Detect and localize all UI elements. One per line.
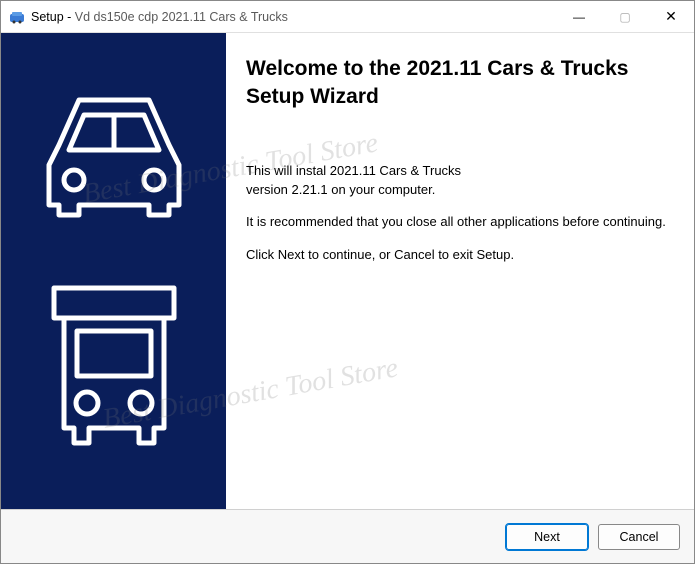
instruction-text: Click Next to continue, or Cancel to exi… [246,246,676,265]
titlebar-title: Setup - Vd ds150e cdp 2021.11 Cars & Tru… [31,10,556,24]
content-area: Best Diagnostic Tool Store Best Diagnost… [1,33,694,509]
side-graphic-panel [1,33,226,509]
footer-bar: Next Cancel [1,509,694,563]
titlebar-prefix: Setup - [31,10,75,24]
main-panel: Welcome to the 2021.11 Cars & Trucks Set… [226,33,694,509]
body-line2: version 2.21.1 on your computer. [246,182,435,197]
setup-icon [9,9,25,25]
cancel-button[interactable]: Cancel [598,524,680,550]
titlebar: Setup - Vd ds150e cdp 2021.11 Cars & Tru… [1,1,694,33]
welcome-heading: Welcome to the 2021.11 Cars & Trucks Set… [246,55,676,112]
car-icon [29,70,199,240]
minimize-button[interactable]: — [556,1,602,32]
body-line1: This will instal 2021.11 Cars & Trucks [246,163,461,178]
maximize-button: ▢ [602,1,648,32]
install-description: This will instal 2021.11 Cars & Trucks v… [246,162,676,200]
truck-icon [29,273,199,473]
recommendation-text: It is recommended that you close all oth… [246,213,676,232]
setup-window: Setup - Vd ds150e cdp 2021.11 Cars & Tru… [0,0,695,564]
close-button[interactable]: ✕ [648,1,694,32]
titlebar-appname: Vd ds150e cdp 2021.11 Cars & Trucks [75,10,288,24]
next-button[interactable]: Next [506,524,588,550]
window-controls: — ▢ ✕ [556,1,694,32]
